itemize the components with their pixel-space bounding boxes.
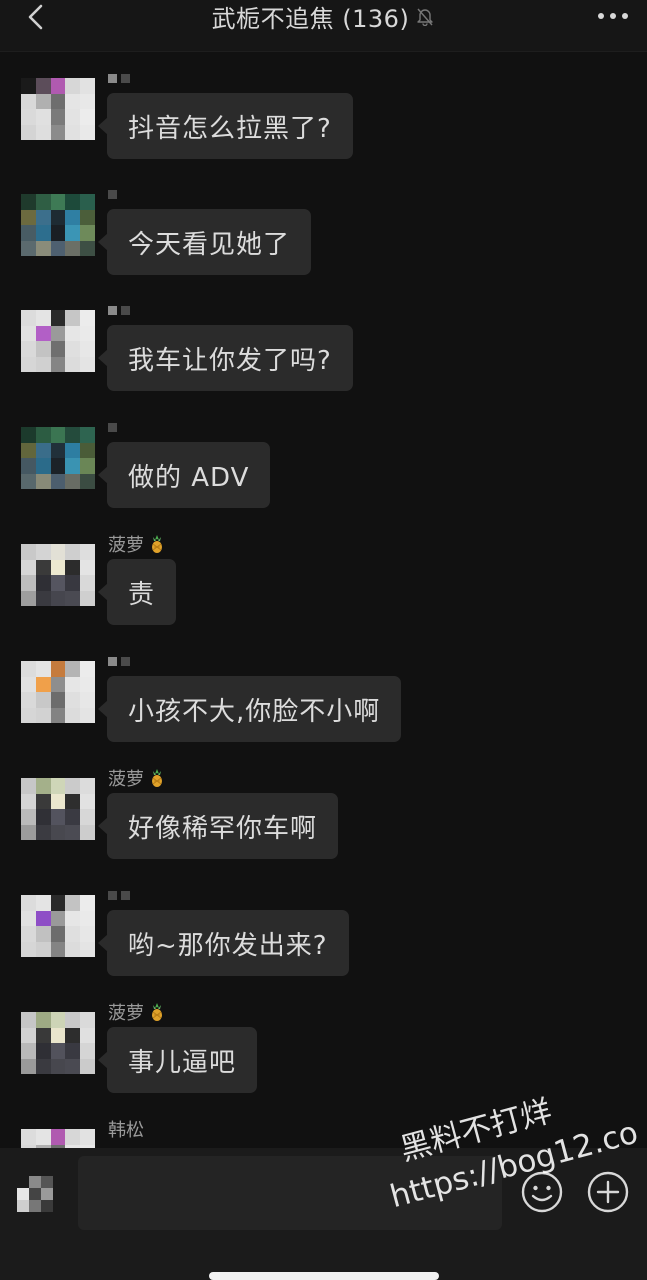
message-bubble[interactable]: 哟~那你发出来? <box>98 910 349 976</box>
message-bubble[interactable]: 小孩不大,你脸不小啊 <box>97 676 402 742</box>
sender-name-redacted <box>108 73 130 83</box>
sender-name-text: 菠萝 <box>108 1003 144 1024</box>
message-bubble[interactable]: 责 <box>97 559 177 625</box>
sender-name-redacted <box>108 890 130 900</box>
message-text: 小孩不大,你脸不小啊 <box>128 696 381 727</box>
avatar[interactable] <box>21 778 95 840</box>
sender-name-redacted <box>108 189 117 199</box>
message-row: 我车让你发了吗? <box>0 305 647 420</box>
message-bubble[interactable]: 做的 ADV <box>97 442 271 508</box>
sender-name <box>108 883 130 907</box>
chat-header: 武栀不追焦 (136) <box>0 0 647 52</box>
sender-name: 菠萝 <box>108 766 166 790</box>
sender-name <box>108 298 130 322</box>
avatar[interactable] <box>21 1129 95 1148</box>
avatar[interactable] <box>21 544 95 606</box>
message-text: 事儿逼吧 <box>128 1047 237 1078</box>
sender-name-text: 韩松 <box>108 1120 144 1141</box>
message-text: 哟~那你发出来? <box>128 930 328 961</box>
emoji-button[interactable] <box>520 1170 564 1214</box>
sender-name: 菠萝 <box>108 532 166 556</box>
sender-name <box>108 649 130 673</box>
message-row: 韩松 <box>0 1120 647 1148</box>
message-row: 抖音怎么拉黑了? <box>0 73 647 188</box>
avatar[interactable] <box>21 661 95 723</box>
message-text: 今天看见她了 <box>128 229 291 260</box>
message-text: 责 <box>128 579 156 610</box>
message-bubble[interactable]: 事儿逼吧 <box>97 1027 258 1093</box>
message-text: 抖音怎么拉黑了? <box>128 113 332 144</box>
message-text: 我车让你发了吗? <box>128 345 332 376</box>
message-text: 做的 ADV <box>128 462 250 493</box>
sender-name-redacted <box>108 305 130 315</box>
bell-muted-icon <box>417 8 434 26</box>
message-row: 做的 ADV <box>0 422 647 537</box>
more-dots-icon <box>598 13 628 19</box>
input-bar <box>0 1148 647 1280</box>
sender-name: 韩松 <box>108 1117 144 1141</box>
message-row: 菠萝 事儿逼吧 <box>0 1003 647 1122</box>
chat-title: 武栀不追焦 (136) <box>211 4 410 33</box>
message-text: 好像稀罕你车啊 <box>128 813 318 844</box>
more-actions-button[interactable] <box>586 1170 630 1214</box>
message-input[interactable] <box>78 1156 502 1230</box>
message-row: 哟~那你发出来? <box>0 890 647 1005</box>
sender-name <box>108 415 117 439</box>
avatar[interactable] <box>21 1012 95 1074</box>
message-bubble[interactable]: 抖音怎么拉黑了? <box>98 93 353 159</box>
message-row: 菠萝 好像稀罕你车啊 <box>0 769 647 888</box>
message-bubble[interactable]: 好像稀罕你车啊 <box>97 793 339 859</box>
sender-name <box>108 182 117 206</box>
pineapple-icon <box>152 1003 162 1021</box>
sender-name: 菠萝 <box>108 1000 166 1024</box>
chat-title-wrap: 武栀不追焦 (136) <box>0 0 647 33</box>
sender-name-text: 菠萝 <box>108 535 144 556</box>
home-indicator[interactable] <box>209 1272 439 1280</box>
message-bubble[interactable]: 今天看见她了 <box>97 209 312 275</box>
plus-icon <box>587 1171 629 1213</box>
pineapple-icon <box>152 769 162 787</box>
more-options-button[interactable] <box>595 2 631 30</box>
chat-screen: 武栀不追焦 (136) 抖音怎么拉黑了? 今天看见她了 我车让你发了吗? 做的 … <box>0 0 647 1280</box>
avatar[interactable] <box>21 427 95 489</box>
sender-name-redacted <box>108 656 130 666</box>
avatar[interactable] <box>21 194 95 256</box>
sender-name <box>108 66 130 90</box>
avatar[interactable] <box>21 310 95 372</box>
message-row: 今天看见她了 <box>0 189 647 304</box>
avatar[interactable] <box>21 78 95 140</box>
pineapple-icon <box>152 535 162 553</box>
message-list[interactable]: 抖音怎么拉黑了? 今天看见她了 我车让你发了吗? 做的 ADV 菠萝 责 小孩不… <box>0 52 647 1148</box>
sender-name-text: 菠萝 <box>108 769 144 790</box>
message-bubble[interactable]: 我车让你发了吗? <box>98 325 353 391</box>
message-row: 菠萝 责 <box>0 535 647 654</box>
sender-name-redacted <box>108 422 117 432</box>
message-row: 小孩不大,你脸不小啊 <box>0 656 647 771</box>
emoji-icon <box>521 1171 563 1213</box>
avatar[interactable] <box>21 895 95 957</box>
voice-button[interactable] <box>17 1174 53 1214</box>
